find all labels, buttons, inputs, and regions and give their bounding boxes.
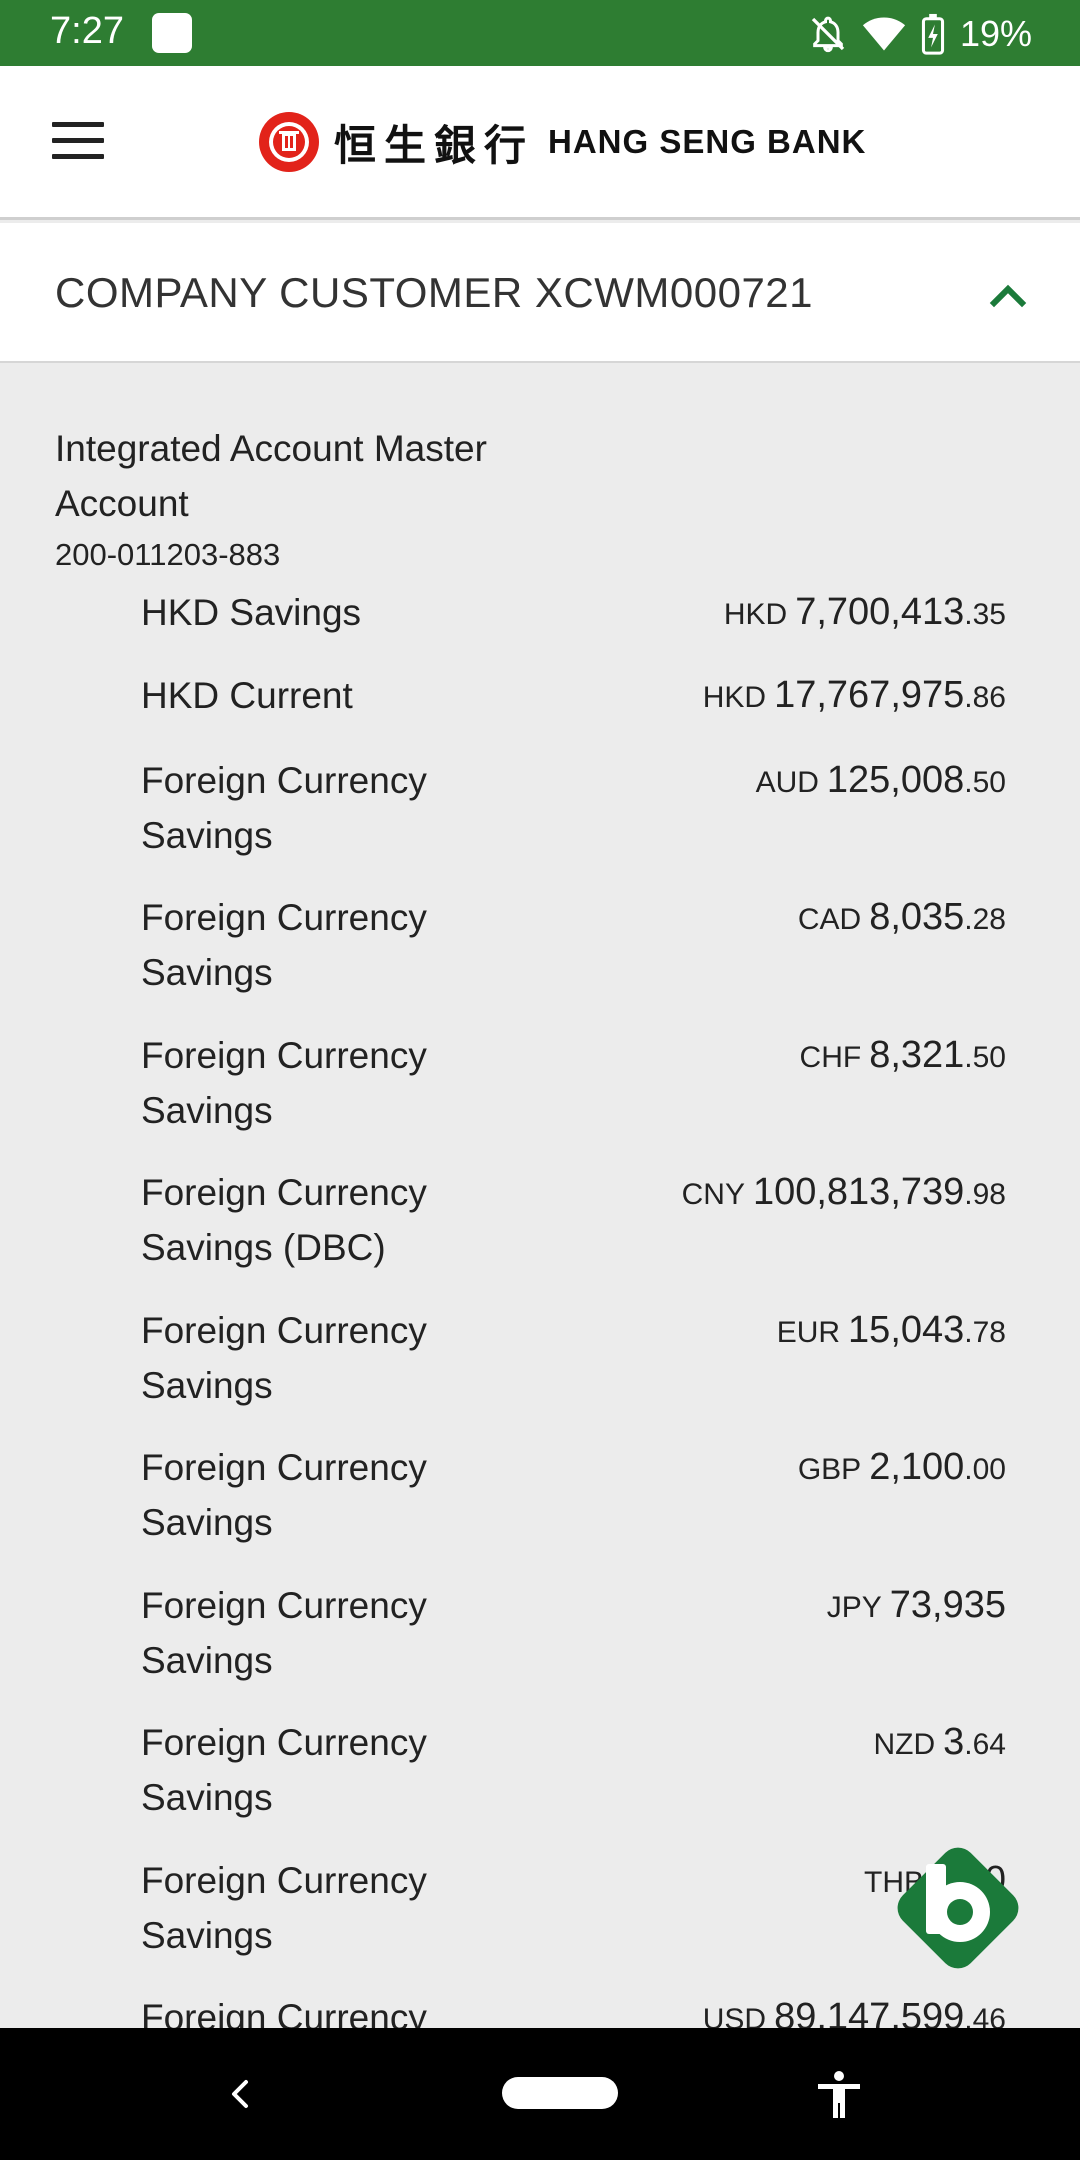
notification-square-icon <box>152 13 192 53</box>
account-balance: JPY 73,935 <box>826 1584 1006 1626</box>
customer-name: COMPANY CUSTOMER XCWM000721 <box>55 269 814 316</box>
account-name: Foreign Currency <box>141 1997 427 2028</box>
bell-off-icon <box>811 16 845 53</box>
home-pill-icon[interactable] <box>502 2077 618 2109</box>
account-balance: EUR 15,043.78 <box>776 1309 1006 1351</box>
account-name: Foreign Currency Savings <box>141 1722 427 1818</box>
account-name: Foreign Currency Savings <box>141 1310 427 1406</box>
battery-percentage: 19% <box>959 13 1032 54</box>
account-name: Foreign Currency Savings <box>141 760 427 856</box>
account-balance: CHF 8,321.50 <box>799 1034 1006 1076</box>
account-balance: GBP 2,100.00 <box>797 1446 1006 1488</box>
system-nav-bar <box>0 2028 1080 2160</box>
account-name: Foreign Currency Savings <box>141 1860 427 1956</box>
brand-name-english: HANG SENG BANK <box>548 123 867 160</box>
hamburger-menu-icon[interactable] <box>52 122 104 160</box>
back-icon[interactable] <box>218 2072 262 2116</box>
chevron-up-icon[interactable] <box>978 265 1038 325</box>
brand-name-chinese: 恒生銀行 <box>334 120 535 170</box>
accessibility-icon[interactable] <box>812 2068 866 2122</box>
account-name: Foreign Currency Savings <box>141 1447 427 1543</box>
account-name: Foreign Currency Savings <box>141 1585 427 1681</box>
account-list: Integrated Account Master Account 200-01… <box>0 365 1080 2028</box>
b-logo-icon[interactable] <box>880 1830 1036 1986</box>
system-icons: 19% <box>808 12 1032 56</box>
account-balance: NZD 3.64 <box>873 1721 1006 1763</box>
account-balance: CAD 8,035.28 <box>797 896 1006 938</box>
account-balance: HKD 7,700,413.35 <box>723 591 1006 633</box>
hang-seng-logo-icon <box>259 112 319 172</box>
customer-header[interactable]: COMPANY CUSTOMER XCWM000721 <box>0 223 1080 363</box>
account-balance: CNY 100,813,739.98 <box>681 1171 1006 1213</box>
account-balance: AUD 125,008.50 <box>755 759 1006 801</box>
account-name: HKD Savings <box>141 592 362 633</box>
account-name: HKD Current <box>141 675 353 716</box>
status-bar: 7:27 19% <box>0 0 1080 66</box>
master-account-title: Integrated Account Master Account <box>55 428 487 524</box>
wifi-icon <box>862 17 906 51</box>
account-name: Foreign Currency Savings <box>141 897 427 993</box>
master-account-number: 200-011203-883 <box>55 537 281 572</box>
account-balance: HKD 17,767,975.86 <box>702 674 1006 716</box>
account-balance: USD 89,147,599.46 <box>702 1996 1006 2028</box>
brand-logo: 恒生銀行 HANG SENG BANK <box>258 110 866 174</box>
status-time: 7:27 <box>50 10 124 52</box>
account-name: Foreign Currency Savings <box>141 1035 427 1131</box>
account-name: Foreign Currency Savings (DBC) <box>141 1172 427 1268</box>
app-header: 恒生銀行 HANG SENG BANK <box>0 66 1080 220</box>
battery-charging-icon <box>921 13 945 55</box>
